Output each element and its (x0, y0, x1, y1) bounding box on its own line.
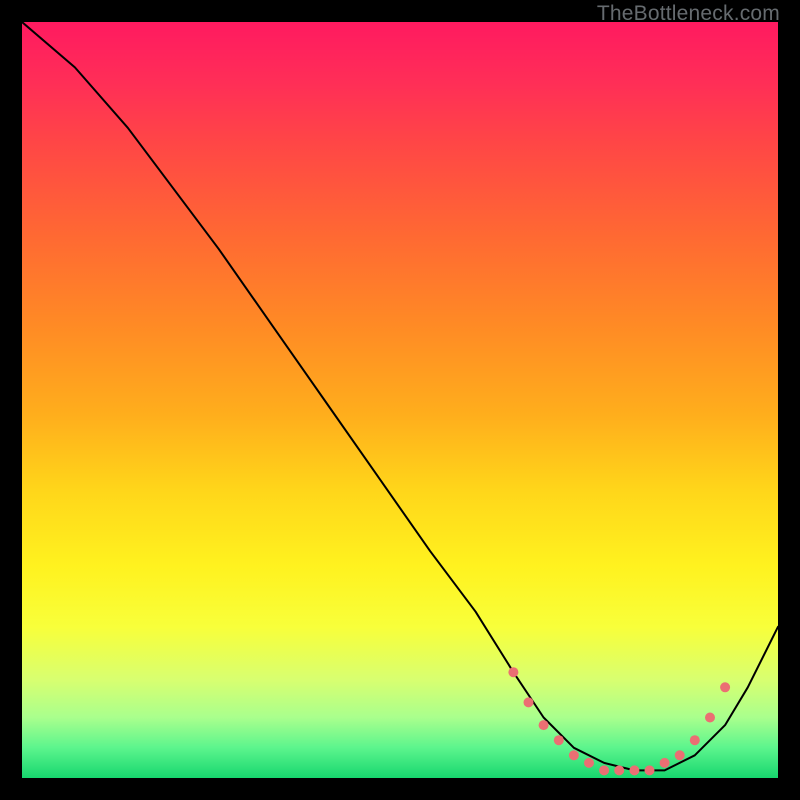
highlight-dot (599, 765, 609, 775)
highlight-dot (508, 667, 518, 677)
highlight-dot (584, 758, 594, 768)
bottleneck-curve (22, 22, 778, 770)
highlight-dots (508, 667, 730, 775)
chart-stage: TheBottleneck.com (0, 0, 800, 800)
highlight-dot (629, 765, 639, 775)
highlight-dot (524, 697, 534, 707)
highlight-dot (569, 750, 579, 760)
highlight-dot (614, 765, 624, 775)
highlight-dot (539, 720, 549, 730)
highlight-dot (690, 735, 700, 745)
chart-overlay (22, 22, 778, 778)
highlight-dot (660, 758, 670, 768)
plot-area (22, 22, 778, 778)
highlight-dot (675, 750, 685, 760)
highlight-dot (554, 735, 564, 745)
highlight-dot (705, 713, 715, 723)
highlight-dot (720, 682, 730, 692)
highlight-dot (645, 765, 655, 775)
